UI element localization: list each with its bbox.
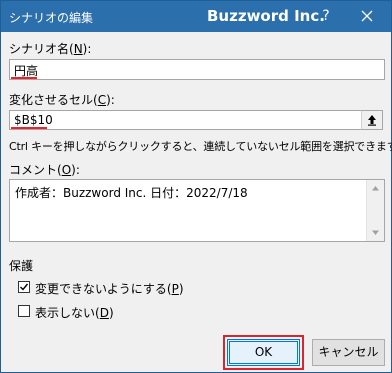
- close-icon[interactable]: [355, 5, 379, 27]
- hide-accel: D: [99, 306, 109, 320]
- dialog-title: シナリオの編集: [9, 11, 94, 25]
- prevent-changes-label-tail: ): [178, 282, 184, 296]
- protection-heading: 保護: [9, 259, 34, 273]
- scenario-name-accel: N: [73, 42, 83, 56]
- changing-cells-accel: C: [97, 93, 107, 107]
- prevent-changes-label-text: 変更できないようにする(: [35, 282, 172, 296]
- title-bar[interactable]: シナリオの編集 Buzzword Inc. ?: [1, 1, 391, 32]
- selection-hint: Ctrl キーを押しながらクリックすると、連続していないセル範囲を選択できます。: [9, 140, 392, 153]
- prevent-changes-accel: P: [171, 282, 179, 296]
- changing-cells-value: $B$10: [14, 113, 53, 127]
- ok-button[interactable]: OK: [227, 339, 300, 366]
- scenario-name-value: 円高: [14, 64, 39, 78]
- changing-cells-label: 変化させるセル(C):: [9, 91, 115, 108]
- comment-label-text: コメント(: [9, 163, 62, 177]
- scenario-name-input[interactable]: 円高: [9, 59, 385, 80]
- changing-cells-input[interactable]: $B$10: [9, 110, 362, 130]
- help-button[interactable]: ?: [319, 8, 333, 24]
- changing-cells-highlight: [11, 127, 47, 129]
- hide-checkbox[interactable]: [18, 305, 30, 317]
- scenario-name-label: シナリオ名(N):: [9, 40, 91, 57]
- scenario-name-label-text: シナリオ名(: [9, 42, 74, 56]
- checkmark-icon: [20, 283, 29, 291]
- scenario-name-label-tail: ):: [82, 42, 92, 56]
- comment-textarea[interactable]: 作成者：Buzzword Inc. 日付：2022/7/18: [9, 179, 385, 242]
- hide-label-tail: ): [108, 306, 114, 320]
- comment-label-tail: ):: [71, 163, 80, 177]
- prevent-changes-checkbox[interactable]: [18, 281, 30, 293]
- comment-scrollbar[interactable]: [366, 180, 384, 241]
- comment-label: コメント(O):: [9, 161, 80, 178]
- scenario-name-highlight: [11, 77, 37, 79]
- cancel-button-label: キャンセル: [318, 345, 379, 359]
- brand-title: Buzzword Inc.: [207, 7, 325, 25]
- prevent-changes-label[interactable]: 変更できないようにする(P): [35, 280, 184, 297]
- comment-accel: O: [61, 163, 72, 177]
- edit-scenario-dialog: シナリオの編集 Buzzword Inc. ? シナリオ名(N): 円高 変化さ…: [0, 0, 392, 373]
- changing-cells-label-tail: ):: [106, 93, 115, 107]
- comment-value: 作成者：Buzzword Inc. 日付：2022/7/18: [15, 186, 248, 200]
- hide-label-text: 表示しない(: [35, 306, 100, 320]
- cancel-button[interactable]: キャンセル: [312, 339, 385, 366]
- collapse-dialog-icon[interactable]: [361, 110, 383, 130]
- hide-label[interactable]: 表示しない(D): [35, 304, 114, 321]
- scroll-up-icon[interactable]: [371, 184, 380, 193]
- ok-button-focus-ring: [229, 341, 298, 364]
- changing-cells-label-text: 変化させるセル(: [9, 93, 98, 107]
- scroll-down-icon[interactable]: [371, 228, 380, 237]
